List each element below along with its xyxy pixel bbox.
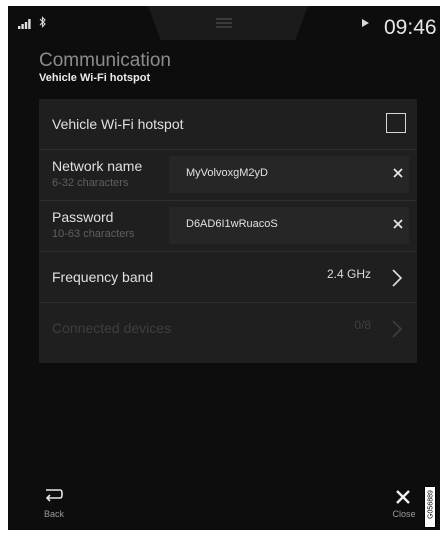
pull-down-handle-icon[interactable] xyxy=(216,18,232,20)
status-bar: 09:46 xyxy=(8,6,440,46)
clock: 09:46 xyxy=(384,16,437,39)
password-value: D6AD6I1wRuacoS xyxy=(186,218,278,230)
top-view-tab[interactable] xyxy=(148,6,308,40)
clear-network-name-icon[interactable] xyxy=(390,165,406,181)
chevron-right-icon xyxy=(392,320,403,338)
signal-strength-icon xyxy=(18,19,31,29)
back-arrow-icon xyxy=(45,489,63,502)
hotspot-checkbox[interactable] xyxy=(386,113,406,133)
connected-devices-count: 0/8 xyxy=(354,318,371,332)
settings-panel: Vehicle Wi-Fi hotspot Network name 6-32 … xyxy=(39,99,417,363)
frequency-band-label: Frequency band xyxy=(52,269,154,285)
network-name-field[interactable]: MyVolvoxgM2yD xyxy=(169,156,409,193)
password-row: Password 10-63 characters D6AD6I1wRuacoS xyxy=(39,201,417,252)
breadcrumb-category: Communication xyxy=(39,50,171,71)
chevron-right-icon xyxy=(392,269,403,287)
back-button[interactable]: Back xyxy=(30,476,78,526)
password-field[interactable]: D6AD6I1wRuacoS xyxy=(169,207,409,244)
hotspot-toggle-row[interactable]: Vehicle Wi-Fi hotspot xyxy=(39,99,417,150)
close-button[interactable]: Close xyxy=(380,476,428,526)
network-name-value: MyVolvoxgM2yD xyxy=(186,167,268,179)
password-label: Password xyxy=(52,209,114,225)
network-name-label: Network name xyxy=(52,158,143,174)
close-icon xyxy=(396,490,410,504)
frequency-band-row[interactable]: Frequency band 2.4 GHz xyxy=(39,252,417,303)
network-name-row: Network name 6-32 characters MyVolvoxgM2… xyxy=(39,150,417,201)
media-playing-icon xyxy=(362,19,369,27)
image-reference-code: G056889 xyxy=(424,486,436,528)
hotspot-label: Vehicle Wi-Fi hotspot xyxy=(52,116,184,132)
bluetooth-icon xyxy=(39,16,46,28)
infotainment-screen: 09:46 Communication Vehicle Wi-Fi hotspo… xyxy=(8,6,440,530)
password-hint: 10-63 characters xyxy=(52,228,135,240)
close-label: Close xyxy=(392,509,416,519)
connected-devices-label: Connected devices xyxy=(52,320,172,336)
back-label: Back xyxy=(43,509,64,519)
connected-devices-row: Connected devices 0/8 xyxy=(39,303,417,353)
network-name-hint: 6-32 characters xyxy=(52,177,129,189)
clear-password-icon[interactable] xyxy=(390,216,406,232)
frequency-band-value: 2.4 GHz xyxy=(326,267,371,281)
page-title: Vehicle Wi-Fi hotspot xyxy=(39,72,151,84)
